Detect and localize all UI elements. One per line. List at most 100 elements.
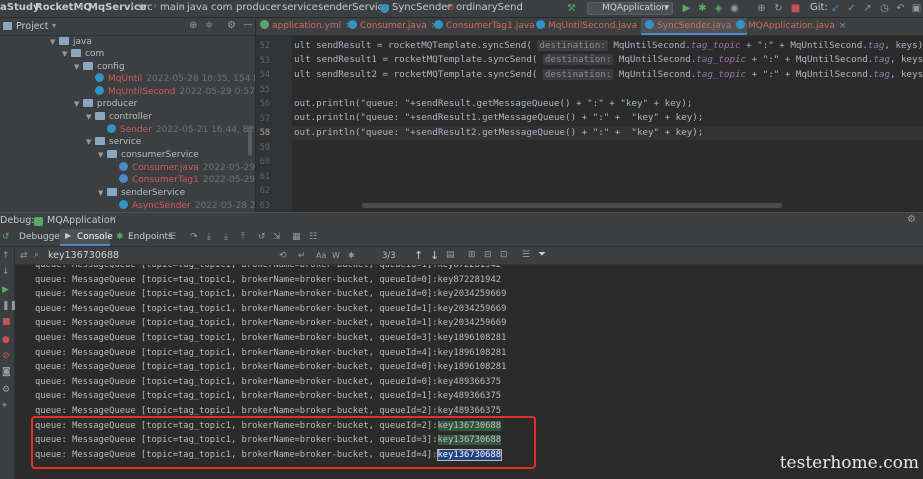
tree-item-consumerservice[interactable]: ▼ consumerService	[98, 149, 199, 162]
breadcrumb-separator: ›	[180, 1, 184, 12]
spring-app-icon	[34, 217, 43, 226]
whole-words-icon[interactable]: W	[332, 251, 340, 260]
resume-icon[interactable]: ↺	[2, 232, 10, 242]
select-all-occurrences-icon[interactable]: ⊡	[500, 250, 508, 260]
run-to-cursor-icon[interactable]: ⇲	[273, 232, 281, 242]
down-icon[interactable]: ↓	[2, 267, 10, 277]
window-icon[interactable]: ▣	[911, 3, 922, 14]
drop-frame-icon[interactable]: ↺	[258, 232, 266, 242]
layout-icon[interactable]: ☷	[309, 232, 317, 242]
tab-endpoints[interactable]: Endpoints	[128, 232, 173, 242]
tree-item-service[interactable]: ▼ service	[86, 136, 141, 149]
close-icon[interactable]: ×	[109, 214, 117, 225]
settings-icon[interactable]: ⚙	[2, 385, 10, 395]
project-panel-title[interactable]: Project	[16, 21, 49, 32]
tab-consumertag1-java[interactable]: ConsumerTag1.java×	[434, 18, 546, 35]
tree-item-mquntil[interactable]: MqUntil2022-05-28 18:35, 154 B Yesterday	[95, 73, 255, 86]
soft-wrap-icon[interactable]: ⇄	[20, 251, 28, 261]
tree-item-producer[interactable]: ▼ producer	[74, 98, 137, 111]
class-icon	[380, 4, 389, 13]
breadcrumb-separator: ›	[229, 1, 233, 12]
match-case-icon[interactable]: Aa	[316, 251, 326, 260]
step-out-icon[interactable]: ⤒	[241, 232, 245, 242]
rollback-icon[interactable]: ↶	[895, 3, 906, 14]
debug-icon[interactable]: ✱	[697, 3, 708, 14]
tree-item-consumertag1[interactable]: ConsumerTag12022-05-29 0:17, 1	[119, 174, 255, 187]
attach-icon[interactable]: ⊕	[756, 3, 767, 14]
gear-icon[interactable]: ⚙	[907, 214, 916, 225]
close-icon[interactable]: ×	[839, 21, 847, 31]
locate-icon[interactable]: ⊕	[189, 20, 197, 31]
code-editor[interactable]: ult sendResult = rocketMQTemplate.syncSe…	[292, 36, 923, 212]
breadcrumb-senderservice[interactable]: senderService	[318, 2, 389, 13]
tree-scrollbar[interactable]	[248, 126, 252, 156]
class-icon	[536, 20, 545, 29]
gear-icon[interactable]: ⚙	[227, 20, 236, 31]
line-number: 62	[259, 186, 270, 196]
git-push-icon[interactable]: ↗	[862, 3, 873, 14]
step-into-icon[interactable]: ⤓	[207, 232, 211, 242]
regex-history-icon[interactable]: ⟲	[279, 251, 287, 261]
git-update-icon[interactable]: ↙	[830, 3, 841, 14]
tab-mquntilsecond-java[interactable]: MqUntilSecond.java×	[536, 18, 649, 35]
pin-icon[interactable]: ⌖	[2, 401, 7, 411]
breadcrumb-project[interactable]: aStudy	[0, 2, 40, 13]
add-selection-icon[interactable]: ⊞	[468, 250, 476, 260]
select-all-icon[interactable]: ▤	[446, 250, 455, 260]
next-match-icon[interactable]: ↓	[430, 249, 439, 262]
up-icon[interactable]: ↑	[2, 251, 10, 261]
camera-icon[interactable]: ◙	[2, 367, 11, 377]
chevron-down-icon[interactable]: ▾	[52, 21, 56, 30]
breadcrumb-separator: ›	[311, 1, 315, 12]
mute-breakpoints-icon[interactable]: ⊘	[2, 351, 10, 361]
collapse-all-icon[interactable]: ≑	[205, 20, 213, 31]
folder-icon	[83, 99, 93, 107]
history-icon[interactable]: ◷	[879, 3, 890, 14]
tree-item-asyncsender[interactable]: AsyncSender2022-05-28 22:55, 1.	[119, 200, 255, 212]
coverage-icon[interactable]: ◈	[713, 3, 724, 14]
breadcrumb-method[interactable]: ordinarySend	[456, 2, 523, 13]
breadcrumb-src[interactable]: src	[138, 2, 153, 13]
resume-program-icon[interactable]: ▶	[2, 285, 9, 295]
unselect-icon[interactable]: ⊟	[484, 250, 492, 260]
menu-icon[interactable]: ☰	[168, 232, 176, 242]
tree-item-senderservice[interactable]: ▼ senderService	[98, 187, 185, 200]
editor-horizontal-scrollbar[interactable]	[362, 203, 782, 208]
evaluate-icon[interactable]: ▦	[292, 232, 301, 242]
stop-icon[interactable]: ■	[2, 317, 11, 327]
git-label: Git:	[810, 2, 828, 13]
regex-icon[interactable]: ✱	[348, 251, 355, 260]
profiler-icon[interactable]: ◉	[729, 3, 740, 14]
run-configuration-select[interactable]: MQApplication ▾	[587, 2, 673, 15]
debug-session-tab[interactable]: MQApplication	[47, 215, 116, 226]
rerun-icon[interactable]: ↻	[773, 3, 784, 14]
step-over-icon[interactable]: ↷	[190, 232, 198, 242]
newline-icon[interactable]: ↵	[298, 251, 306, 261]
tab-syncsender-java[interactable]: SyncSender.java×	[641, 18, 748, 35]
breakpoints-icon[interactable]: ●	[2, 335, 10, 345]
git-commit-icon[interactable]: ✓	[846, 3, 857, 14]
tab-debugger[interactable]: Debugger	[19, 232, 64, 242]
minimize-icon[interactable]: —	[243, 19, 253, 30]
project-panel-header: Project ▾ ⊕ ≑ ⚙ —	[0, 18, 255, 36]
code-line: out.println("queue: "+sendResult.getMess…	[294, 98, 693, 109]
tree-item-controller[interactable]: ▼ controller	[86, 111, 152, 124]
stop-icon[interactable]: ■	[790, 3, 801, 14]
tab-mqapplication-java[interactable]: MQApplication.java ×	[736, 18, 846, 35]
run-icon[interactable]: ▶	[681, 3, 692, 14]
search-icon: ⌕	[34, 250, 40, 260]
filter-icon[interactable]: ⏷	[538, 249, 546, 260]
tab-application-yml[interactable]: application.yml×	[260, 18, 353, 35]
chevron-down-icon: ▼	[62, 50, 68, 58]
class-icon	[119, 174, 128, 183]
tree-item-com[interactable]: ▼ com	[62, 48, 104, 61]
folder-icon	[83, 62, 93, 70]
previous-match-icon[interactable]: ↑	[414, 249, 423, 262]
build-hammer-icon[interactable]: ⚒	[566, 3, 577, 14]
force-step-into-icon[interactable]: ⤓	[224, 232, 228, 242]
tab-console[interactable]: ▶ Console	[60, 229, 113, 246]
tab-consumer-java[interactable]: Consumer.java×	[348, 18, 438, 35]
search-input[interactable]: key136730688	[48, 250, 119, 261]
folder-icon	[107, 150, 117, 158]
filter-lines-icon[interactable]: ☰	[522, 250, 530, 260]
